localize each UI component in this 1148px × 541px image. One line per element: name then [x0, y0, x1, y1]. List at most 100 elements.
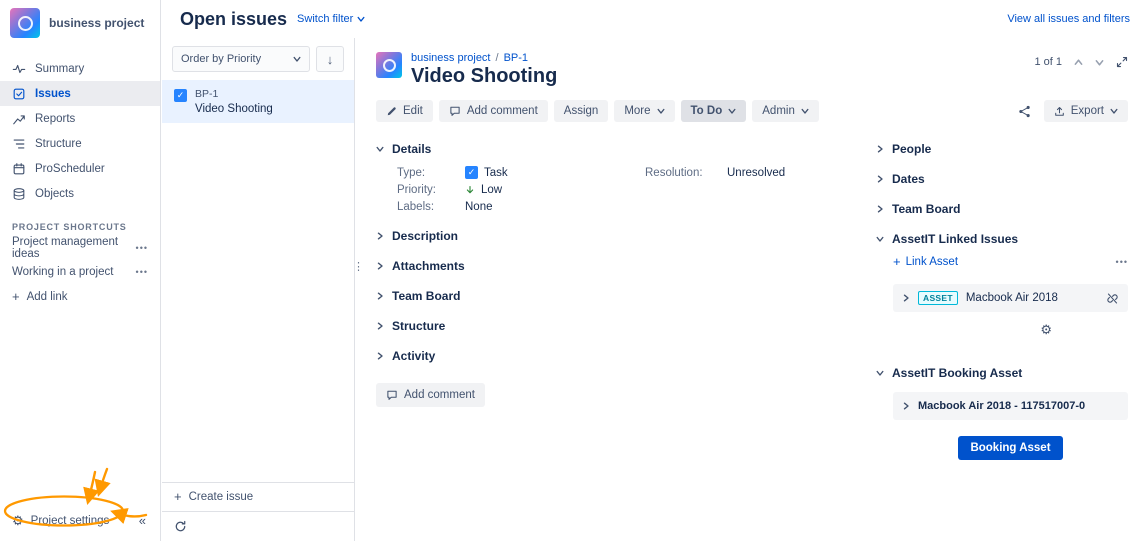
section-team-board-side[interactable]: Team Board [876, 194, 1128, 224]
proscheduler-icon [12, 162, 26, 176]
issue-card-text: BP-1 Video Shooting [195, 88, 273, 115]
breadcrumb-project-link[interactable]: business project [411, 52, 491, 64]
panel-settings-gear-icon[interactable]: ⚙ [1040, 324, 1052, 336]
export-icon [1054, 106, 1065, 117]
expand-icon[interactable] [1116, 56, 1128, 68]
issue-list-item[interactable]: ✓ BP-1 Video Shooting [162, 80, 354, 123]
section-dates[interactable]: Dates [876, 164, 1128, 194]
admin-menu-button[interactable]: Admin [752, 100, 819, 122]
section-activity[interactable]: Activity [376, 341, 850, 371]
export-button[interactable]: Export [1044, 100, 1128, 122]
create-issue-label: Create issue [189, 491, 254, 503]
share-button[interactable] [1013, 101, 1036, 122]
order-by-select[interactable]: Order by Priority [172, 46, 310, 72]
priority-low-icon [465, 185, 475, 195]
linked-panel-more-icon[interactable]: ••• [1116, 257, 1128, 267]
sidebar-item-objects[interactable]: Objects [0, 181, 160, 206]
breadcrumb-issue-key-link[interactable]: BP-1 [504, 52, 528, 64]
chevron-down-icon[interactable] [1095, 58, 1104, 67]
link-asset-button[interactable]: + Link Asset [893, 256, 958, 268]
chevron-up-icon[interactable] [1074, 58, 1083, 67]
booking-asset-button[interactable]: Booking Asset [958, 436, 1062, 460]
issue-side-column: People Dates Team Board AssetIT Linked I… [876, 134, 1128, 460]
section-attachments[interactable]: Attachments [376, 251, 850, 281]
panel-resize-handle[interactable]: ⋮ [356, 260, 364, 273]
sidebar-item-label: ProScheduler [35, 163, 105, 175]
plus-icon: + [12, 292, 20, 302]
issue-checkbox[interactable]: ✓ [174, 89, 187, 102]
more-icon[interactable]: ••• [136, 267, 148, 277]
type-label: Type: [397, 167, 465, 179]
section-label: Structure [392, 319, 445, 333]
pencil-icon [386, 106, 397, 117]
booking-asset-row[interactable]: Macbook Air 2018 - 117517007-0 [893, 392, 1128, 420]
sidebar-item-label: Issues [35, 88, 71, 100]
section-people[interactable]: People [876, 134, 1128, 164]
resolution-label: Resolution: [645, 167, 727, 179]
section-assetit-booking-asset[interactable]: AssetIT Booking Asset [876, 358, 1128, 388]
section-description[interactable]: Description [376, 221, 850, 251]
issue-header-text: business project / BP-1 Video Shooting [411, 52, 557, 88]
status-button[interactable]: To Do [681, 100, 747, 122]
chevron-right-icon [376, 232, 384, 240]
labels-value: None [465, 201, 645, 213]
add-link-button[interactable]: + Add link [0, 284, 160, 310]
plus-icon: + [174, 492, 182, 502]
section-structure[interactable]: Structure [376, 311, 850, 341]
add-comment-button[interactable]: Add comment [439, 100, 548, 122]
comment-icon [449, 105, 461, 117]
sidebar-item-summary[interactable]: Summary [0, 56, 160, 81]
section-assetit-linked-issues[interactable]: AssetIT Linked Issues [876, 224, 1128, 254]
comment-icon [386, 389, 398, 401]
edit-button[interactable]: Edit [376, 100, 433, 122]
section-label: People [892, 142, 931, 156]
view-all-issues-link[interactable]: View all issues and filters [1007, 13, 1130, 25]
shortcut-working-in-a-project[interactable]: Working in a project ••• [0, 260, 160, 284]
shortcut-project-management-ideas[interactable]: Project management ideas ••• [0, 236, 160, 260]
priority-label: Priority: [397, 184, 465, 196]
add-comment-footer-label: Add comment [404, 389, 475, 401]
add-comment-footer-button[interactable]: Add comment [376, 383, 485, 407]
asset-type-badge: ASSET [918, 291, 958, 305]
section-details[interactable]: Details [376, 134, 850, 164]
more-menu-button[interactable]: More [614, 100, 674, 122]
link-asset-row: + Link Asset ••• [893, 256, 1128, 268]
chevron-right-icon [876, 145, 884, 153]
issue-list-spacer [162, 123, 354, 482]
section-label: Activity [392, 349, 435, 363]
refresh-icon[interactable] [174, 520, 187, 533]
collapse-sidebar-icon[interactable]: « [139, 513, 146, 528]
linked-asset-name[interactable]: Macbook Air 2018 [966, 292, 1058, 304]
plus-icon: + [893, 257, 901, 267]
switch-filter-link[interactable]: Switch filter [297, 13, 365, 25]
section-label: Team Board [892, 202, 960, 216]
section-team-board[interactable]: Team Board [376, 281, 850, 311]
section-label: Details [392, 142, 431, 156]
resolution-value: Unresolved [727, 167, 850, 179]
project-header[interactable]: business project [0, 0, 160, 46]
linked-asset-row[interactable]: ASSET Macbook Air 2018 [893, 284, 1128, 312]
sidebar-item-structure[interactable]: Structure [0, 131, 160, 156]
chevron-right-icon[interactable] [902, 402, 910, 410]
chevron-right-icon[interactable] [902, 294, 910, 302]
sidebar-item-proscheduler[interactable]: ProScheduler [0, 156, 160, 181]
project-shortcuts-header: PROJECT SHORTCUTS [12, 222, 148, 232]
sidebar-item-issues[interactable]: Issues [0, 81, 160, 106]
sort-direction-button[interactable]: ↓ [316, 46, 344, 72]
breadcrumb-separator: / [496, 52, 499, 64]
sidebar-bottom: ⚙ Project settings « [0, 503, 160, 541]
sidebar-item-reports[interactable]: Reports [0, 106, 160, 131]
task-type-icon: ✓ [465, 166, 478, 179]
create-issue-button[interactable]: + Create issue [162, 482, 354, 511]
reports-icon [12, 112, 26, 126]
project-settings-button[interactable]: Project settings [31, 515, 110, 527]
more-icon[interactable]: ••• [136, 243, 148, 253]
issue-title: Video Shooting [411, 65, 557, 88]
unlink-asset-icon[interactable] [1106, 292, 1119, 305]
issue-body: Details Type: ✓ Task Resolution: Unresol… [376, 134, 1128, 460]
edit-label: Edit [403, 105, 423, 117]
checkmark-icon: ✓ [177, 90, 185, 100]
chevron-down-icon [1110, 107, 1118, 115]
chevron-right-icon [376, 292, 384, 300]
assign-button[interactable]: Assign [554, 100, 609, 122]
